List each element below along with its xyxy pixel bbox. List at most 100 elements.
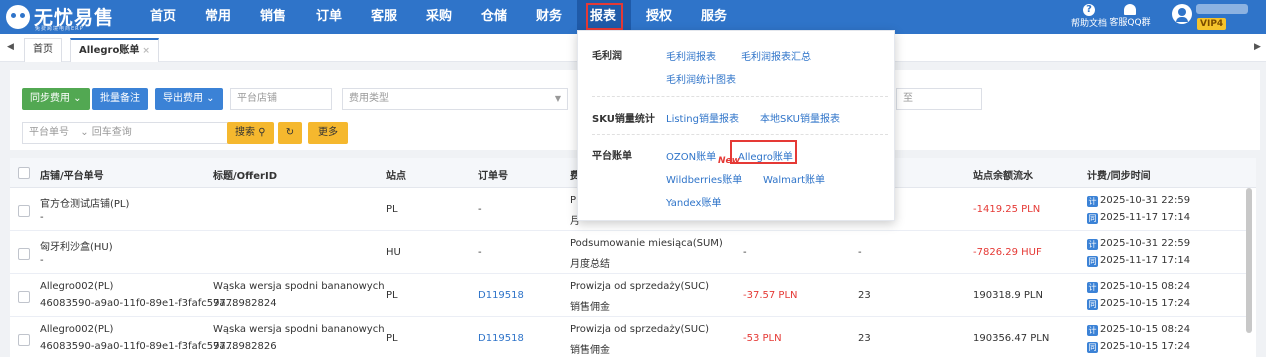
- store-name: Allegro002(PL): [40, 324, 114, 335]
- col-balance: 站点余额流水: [973, 171, 1033, 182]
- sync-time-value: 2025-10-15 17:24: [1100, 298, 1191, 309]
- qq-group-button[interactable]: 客服QQ群: [1106, 0, 1154, 34]
- calc-tag: 计: [1087, 282, 1098, 293]
- nav-finance[interactable]: 财务: [536, 0, 562, 34]
- tabs-scroll-right-icon[interactable]: ▶: [1254, 42, 1261, 52]
- platform-order-ref: 46083590-a9a0-11f0-89e1-f3fafc59a…: [40, 298, 236, 309]
- link-wildberries-bill[interactable]: Wildberries账单: [666, 171, 742, 186]
- sync-fee-button[interactable]: 同步费用 ⌄: [22, 88, 90, 110]
- link-gross-profit-report[interactable]: 毛利润报表: [666, 48, 716, 63]
- order-no-type-select[interactable]: 平台单号: [29, 127, 69, 138]
- col-order-no: 订单号: [478, 171, 508, 182]
- tab-allegro-label: Allegro账单: [79, 45, 140, 56]
- store-name: Allegro002(PL): [40, 281, 114, 292]
- table-scrollbar[interactable]: [1246, 188, 1252, 333]
- quantity: 23: [858, 290, 871, 301]
- link-yandex-bill[interactable]: Yandex账单: [666, 194, 721, 209]
- tabs-scroll-left-icon[interactable]: ◀: [7, 42, 14, 52]
- offer-id: 7778982826: [213, 341, 277, 352]
- order-no-search[interactable]: 平台单号 ⌄ 回车查询: [22, 122, 228, 144]
- select-all-checkbox[interactable]: [18, 167, 30, 179]
- order-no-link[interactable]: D119518: [478, 333, 524, 344]
- reports-highlight-box: [586, 3, 623, 30]
- store-name: 匈牙利沙盒(HU): [40, 242, 113, 253]
- link-listing-sales-report[interactable]: Listing销量报表: [666, 110, 739, 125]
- calc-time: 计 2025-10-15 08:24: [1087, 281, 1190, 293]
- help-docs-label: 帮助文档: [1070, 19, 1107, 29]
- offer-title: Wąska wersja spodni bananowych: [213, 281, 385, 292]
- link-gross-profit-chart[interactable]: 毛利润统计图表: [666, 71, 736, 86]
- link-ozon-bill[interactable]: OZON账单: [666, 148, 716, 163]
- refresh-button[interactable]: ↻: [278, 122, 302, 144]
- help-icon: ?: [1083, 4, 1095, 16]
- nav-common[interactable]: 常用: [205, 0, 231, 34]
- calc-time-value: 2025-10-15 08:24: [1100, 324, 1191, 335]
- nav-home[interactable]: 首页: [150, 0, 176, 34]
- calc-time-value: 2025-10-31 22:59: [1100, 238, 1191, 249]
- balance: -7826.29 HUF: [973, 247, 1042, 258]
- order-no-link[interactable]: D119518: [478, 290, 524, 301]
- quantity: 23: [858, 333, 871, 344]
- table-row[interactable]: Allegro002(PL) 46083590-a9a0-11f0-89e1-f…: [10, 275, 1250, 317]
- top-nav-bar: 无忧易售 免费跨境电商ERP 首页 常用 销售 订单 客服 采购 仓储 财务 报…: [0, 0, 1266, 34]
- nav-warehouse[interactable]: 仓储: [481, 0, 507, 34]
- search-button-label: 搜索: [235, 127, 255, 138]
- link-gross-profit-summary[interactable]: 毛利润报表汇总: [741, 48, 811, 63]
- sync-time: 同 2025-11-17 17:14: [1087, 212, 1190, 224]
- sync-time-value: 2025-11-17 17:14: [1100, 255, 1191, 266]
- nav-sales[interactable]: 销售: [260, 0, 286, 34]
- reports-dropdown-menu: 毛利润 毛利润报表 毛利润报表汇总 毛利润统计图表 SKU销量统计 Listin…: [577, 30, 895, 221]
- search-button[interactable]: 搜索 ⚲: [227, 122, 274, 144]
- col-times: 计费/同步时间: [1087, 171, 1151, 182]
- offer-title: Wąska wersja spodni bananowych: [213, 324, 385, 335]
- group-sku-sales: SKU销量统计: [592, 114, 655, 125]
- fee-type: Prowizja od sprzedaży(SUC): [570, 281, 709, 292]
- date-range-end[interactable]: 至: [896, 88, 982, 110]
- sync-tag: 同: [1087, 342, 1098, 353]
- menu-divider: [592, 134, 888, 135]
- app-logo[interactable]: 无忧易售 免费跨境电商ERP: [6, 3, 141, 32]
- sync-time: 同 2025-11-17 17:14: [1087, 255, 1190, 267]
- order-no: -: [478, 204, 482, 215]
- nav-authorization[interactable]: 授权: [646, 0, 672, 34]
- nav-purchase[interactable]: 采购: [426, 0, 452, 34]
- export-fee-button[interactable]: 导出费用 ⌄: [155, 88, 223, 110]
- more-button[interactable]: 更多: [308, 122, 348, 144]
- close-icon[interactable]: ×: [142, 46, 150, 56]
- fee-amount: -37.57 PLN: [743, 290, 798, 301]
- fee-amount: -53 PLN: [743, 333, 782, 344]
- sync-time-value: 2025-11-17 17:14: [1100, 212, 1191, 223]
- bell-icon: [1124, 4, 1136, 15]
- row-checkbox[interactable]: [18, 248, 30, 260]
- logo-icon: [6, 5, 30, 29]
- help-docs-button[interactable]: ? 帮助文档: [1067, 0, 1111, 34]
- fee-type-select[interactable]: 费用类型 ▼: [342, 88, 568, 110]
- nav-customer-service[interactable]: 客服: [371, 0, 397, 34]
- fee-type-cn: 月度总结: [570, 259, 610, 270]
- username-redacted[interactable]: [1196, 4, 1248, 14]
- table-row[interactable]: Allegro002(PL) 46083590-a9a0-11f0-89e1-f…: [10, 318, 1250, 357]
- group-gross-profit: 毛利润: [592, 51, 622, 62]
- tab-home[interactable]: 首页: [24, 38, 62, 62]
- nav-orders[interactable]: 订单: [316, 0, 342, 34]
- sync-tag: 同: [1087, 256, 1098, 267]
- link-local-sku-sales-report[interactable]: 本地SKU销量报表: [760, 110, 840, 125]
- chevron-down-icon: ⌄: [80, 127, 89, 138]
- nav-services[interactable]: 服务: [701, 0, 727, 34]
- fee-type: Podsumowanie miesiąca(SUM): [570, 238, 723, 249]
- order-no: -: [478, 247, 482, 258]
- batch-note-button[interactable]: 批量备注: [92, 88, 148, 110]
- row-checkbox[interactable]: [18, 291, 30, 303]
- row-checkbox[interactable]: [18, 205, 30, 217]
- fee-type-cn: 销售佣金: [570, 345, 610, 356]
- calc-time: 计 2025-10-31 22:59: [1087, 195, 1190, 207]
- user-avatar-icon[interactable]: [1172, 4, 1192, 24]
- platform-store-select[interactable]: 平台店铺: [230, 88, 332, 110]
- link-walmart-bill[interactable]: Walmart账单: [763, 171, 825, 186]
- qq-group-label: 客服QQ群: [1109, 18, 1151, 28]
- row-checkbox[interactable]: [18, 334, 30, 346]
- table-row[interactable]: 匈牙利沙盒(HU) - HU - Podsumowanie miesiąca(S…: [10, 232, 1250, 274]
- tab-allegro-bill[interactable]: Allegro账单 ×: [70, 38, 159, 62]
- chevron-down-icon: ▼: [554, 94, 561, 103]
- allegro-highlight-box: [730, 140, 797, 164]
